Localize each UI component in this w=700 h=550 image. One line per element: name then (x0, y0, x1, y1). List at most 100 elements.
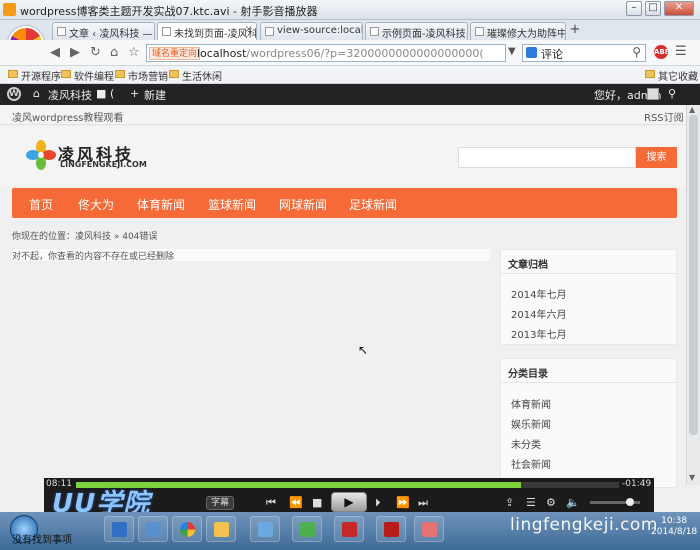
tab-favicon-icon (370, 27, 379, 36)
site-search-input[interactable] (458, 147, 636, 168)
site-search-button[interactable]: 搜索 (636, 147, 677, 168)
menu-item-tennis[interactable]: 网球新闻 (279, 196, 327, 213)
avatar[interactable] (647, 88, 659, 100)
app-icon (112, 522, 127, 537)
taskbar-app[interactable] (414, 516, 444, 542)
player-app-icon (3, 3, 16, 16)
scroll-up-icon[interactable]: ▲ (689, 105, 695, 114)
browser-search-box[interactable]: 评论 ⚲ (522, 44, 646, 62)
site-logo-domain: LINGFENGKEJI.COM (60, 160, 147, 169)
mouse-cursor-icon: ↖ (358, 343, 369, 357)
settings-icon[interactable]: ⚙ (546, 496, 556, 509)
adblock-icon[interactable]: ABP (654, 45, 670, 59)
site-logo-flower-icon[interactable] (26, 140, 56, 170)
tools-menu-icon[interactable]: ☰ (675, 44, 687, 59)
adminbar-search-icon[interactable]: ⚲ (668, 87, 676, 100)
clock-time: 10:38 (661, 516, 688, 526)
category-link[interactable]: 未分类 (511, 436, 541, 451)
taskbar-app-browser[interactable] (172, 516, 202, 542)
taskbar-app[interactable] (376, 516, 406, 542)
taskbar-app[interactable] (138, 516, 168, 542)
app-icon (258, 522, 273, 537)
menu-item-basketball[interactable]: 篮球新闻 (208, 196, 256, 213)
rss-link[interactable]: RSS订阅 (644, 109, 684, 124)
new-tab-button[interactable]: + (568, 22, 582, 38)
archive-link[interactable]: 2014年六月 (511, 306, 566, 321)
category-link[interactable]: 体育新闻 (511, 396, 551, 411)
redirect-badge: 域名重定向 (149, 47, 201, 60)
app-icon (300, 522, 315, 537)
taskbar-app[interactable] (250, 516, 280, 542)
home-icon[interactable]: ⌂ (110, 45, 118, 60)
address-bar[interactable]: 域名重定向 localhost/wordpress06/?p=320000000… (146, 44, 506, 62)
star-icon[interactable]: ☆ (128, 45, 140, 60)
other-bookmarks[interactable]: 其它收藏 (645, 68, 698, 83)
scrollbar-thumb[interactable] (689, 115, 698, 435)
widget-divider (500, 273, 677, 274)
minimize-button[interactable]: – (626, 1, 642, 16)
stop-icon[interactable]: ■ (312, 496, 322, 509)
back-icon[interactable]: ◀ (50, 45, 60, 60)
category-link[interactable]: 娱乐新闻 (511, 416, 551, 431)
system-clock[interactable]: 10:38 2014/8/18 (651, 516, 697, 538)
menu-item-football[interactable]: 足球新闻 (349, 196, 397, 213)
maximize-button[interactable]: □ (645, 1, 661, 16)
close-window-button[interactable]: ✕ (664, 1, 694, 16)
step-forward-icon[interactable]: ⏵ (375, 496, 381, 510)
tab-2[interactable]: 未找到页面-凌风科 × (157, 22, 257, 40)
adminbar-site-name[interactable]: 凌风科技 (48, 87, 92, 103)
address-url[interactable]: localhost/wordpress06/?p=320000000000000… (197, 47, 497, 60)
taskbar-app-explorer[interactable] (206, 516, 236, 542)
new-plus-icon[interactable]: + (130, 87, 139, 100)
fast-forward-icon[interactable]: ⏩ (396, 496, 410, 509)
category-link[interactable]: 社会新闻 (511, 456, 551, 471)
tab-close-icon[interactable]: × (245, 24, 253, 35)
page-scrollbar[interactable]: ▲ ▼ (686, 105, 700, 485)
bookmark-folder[interactable]: 开源程序 (8, 68, 61, 83)
tab-1[interactable]: 文章 ‹ 凌风科技 — (52, 22, 155, 40)
bookmark-folder[interactable]: 生活休闲 (169, 68, 222, 83)
archive-link[interactable]: 2013年七月 (511, 326, 566, 341)
home-icon[interactable]: ⌂ (33, 87, 40, 100)
tab-3[interactable]: view-source:local (260, 22, 363, 40)
categories-title: 分类目录 (508, 369, 548, 380)
skip-forward-icon[interactable]: ⏭ (418, 496, 428, 510)
menu-item-tongdawei[interactable]: 佟大为 (78, 196, 114, 213)
playlist-icon[interactable]: ☰ (526, 496, 536, 509)
scroll-down-icon[interactable]: ▼ (689, 473, 695, 482)
menu-item-sports[interactable]: 体育新闻 (137, 196, 185, 213)
app-icon (146, 522, 161, 537)
tab-4[interactable]: 示例页面-凌风科技 (365, 22, 468, 40)
taskbar-app[interactable] (292, 516, 322, 542)
seek-bar[interactable] (76, 482, 619, 488)
folder-icon (169, 70, 179, 78)
volume-slider[interactable] (590, 498, 640, 506)
play-button[interactable]: ▶ (331, 492, 367, 512)
comments-icon[interactable]: ■ (96, 87, 106, 100)
comments-count[interactable]: ( (110, 87, 114, 100)
bookmark-folder[interactable]: 软件编程 (61, 68, 114, 83)
skip-back-icon[interactable]: ⏮ (266, 496, 276, 510)
rewind-icon[interactable]: ⏪ (289, 496, 303, 509)
search-icon[interactable]: ⚲ (632, 45, 641, 59)
volume-knob[interactable] (626, 498, 634, 506)
browser-search-value[interactable]: 评论 (541, 46, 563, 62)
wordpress-logo-icon[interactable]: W (7, 87, 21, 101)
archive-link[interactable]: 2014年七月 (511, 286, 566, 301)
subtitle-button[interactable]: 字幕 (206, 496, 234, 510)
folder-icon (645, 70, 655, 78)
site-tagline: 凌风wordpress教程观看 (12, 113, 124, 124)
tab-5[interactable]: 璀璨修大为助阵中 (470, 22, 566, 40)
taskbar-app[interactable] (104, 516, 134, 542)
open-file-icon[interactable]: ⇪ (505, 496, 514, 509)
remaining-time: -01:49 (622, 479, 652, 489)
taskbar-app[interactable] (334, 516, 364, 542)
refresh-icon[interactable]: ↻ (90, 45, 101, 60)
bookmark-folder[interactable]: 市场营销 (115, 68, 168, 83)
volume-icon[interactable]: 🔈 (566, 496, 580, 509)
forward-icon[interactable]: ▶ (70, 45, 80, 60)
menu-item-home[interactable]: 首页 (29, 196, 53, 213)
adminbar-new[interactable]: 新建 (144, 87, 166, 103)
breadcrumb: 你现在的位置：凌风科技 » 404错误 (12, 232, 158, 242)
address-dropdown-icon[interactable]: ▼ (508, 46, 516, 57)
